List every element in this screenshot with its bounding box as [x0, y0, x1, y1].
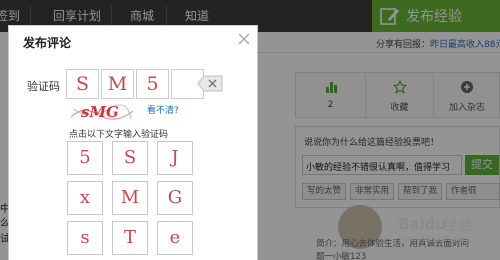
captcha-char-cell[interactable]: M: [112, 181, 148, 215]
refresh-captcha-link[interactable]: 看不清?: [147, 103, 179, 116]
captcha-hint: 点击以下文字输入验证码: [69, 130, 169, 140]
captcha-entry-slot[interactable]: 5: [136, 69, 169, 99]
close-icon[interactable]: [237, 32, 251, 46]
backspace-icon[interactable]: [197, 75, 223, 92]
captcha-char-cell[interactable]: G: [157, 181, 193, 215]
captcha-image-text: sMG: [81, 103, 119, 121]
captcha-character-grid: 5 S J x M G s T e: [67, 141, 193, 260]
captcha-char-cell[interactable]: x: [67, 181, 103, 215]
captcha-label: 验证码: [27, 80, 60, 93]
captcha-image: sMG: [69, 101, 135, 123]
dialog-title: 发布评论: [23, 36, 72, 50]
captcha-char-cell[interactable]: S: [112, 141, 148, 175]
captcha-char-cell[interactable]: e: [157, 221, 193, 255]
captcha-entry-slot[interactable]: S: [66, 69, 99, 99]
captcha-char-cell[interactable]: T: [112, 221, 148, 255]
captcha-char-cell[interactable]: 5: [67, 141, 103, 175]
captcha-char-cell[interactable]: J: [157, 141, 193, 175]
captcha-entry-slot[interactable]: M: [101, 69, 134, 99]
captcha-char-cell[interactable]: s: [67, 221, 103, 255]
post-comment-dialog: 发布评论 验证码 S M 5 sMG 看不清? 点击以下文字输入验证码 5 S …: [8, 25, 258, 260]
